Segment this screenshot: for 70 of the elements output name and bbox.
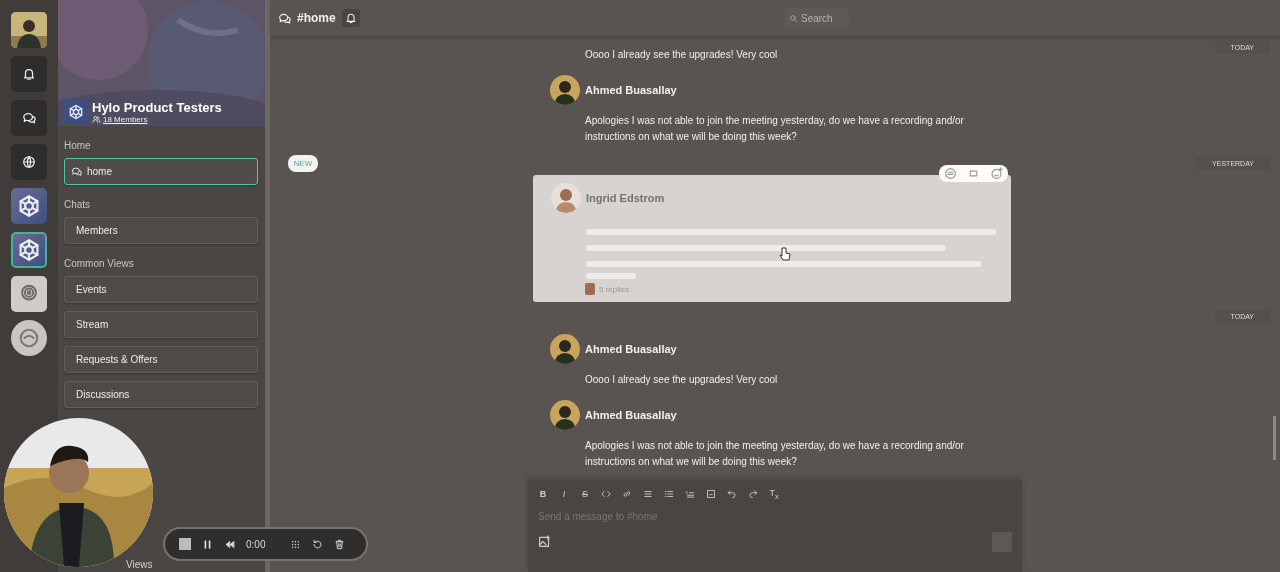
section-title: Views (126, 559, 154, 570)
dot-grid-icon (290, 538, 302, 550)
section-title: Chats (64, 199, 92, 210)
user-avatar[interactable] (550, 334, 580, 364)
members-link[interactable]: 18 Members (103, 115, 148, 124)
notifications-button[interactable] (11, 56, 47, 92)
bell-icon (344, 12, 357, 24)
indent-list-icon[interactable] (685, 489, 695, 500)
format-button[interactable]: I (559, 489, 569, 500)
hexagon-network-icon (17, 238, 41, 262)
globe-icon (22, 155, 36, 169)
people-icon (92, 115, 101, 124)
sidebar-item[interactable]: home (64, 158, 258, 185)
section-title: Home (64, 140, 92, 151)
format-button[interactable]: B (538, 489, 548, 500)
group-button[interactable] (11, 320, 47, 356)
sidebar-item[interactable]: Requests & Offers (64, 346, 258, 373)
sidebar-item[interactable]: Discussions (64, 381, 258, 408)
user-avatar[interactable] (550, 400, 580, 430)
code-icon[interactable] (601, 489, 611, 500)
rewind-icon (224, 538, 235, 550)
user-avatar (585, 283, 595, 295)
bell-icon (22, 67, 36, 81)
group-button[interactable] (11, 276, 47, 312)
message-text: Oooo I already see the upgrades! Very cool (584, 373, 779, 387)
hexagon-network-icon (17, 194, 41, 218)
user-avatar[interactable] (551, 183, 581, 213)
group-button[interactable] (11, 232, 47, 268)
numbered-list-icon[interactable] (664, 489, 674, 500)
author-name[interactable]: Ahmed Buasallay (585, 409, 677, 421)
message-text: Apologies I was not able to join the meeting yesterday, do we have a recording and/or instructions on what we will be doing this week? (584, 439, 965, 469)
bullet-list-icon[interactable] (643, 489, 653, 500)
link-icon[interactable] (622, 489, 632, 500)
seal-logo-icon (17, 326, 41, 350)
trash-icon (334, 538, 346, 550)
format-button[interactable]: S (580, 489, 590, 500)
search-icon (789, 13, 798, 23)
user-avatar[interactable] (550, 75, 580, 105)
notifications-button[interactable] (341, 9, 360, 27)
message-text: Apologies I was not able to join the meeting yesterday, do we have a recording and/or instructions on what we will be doing this week? (584, 114, 965, 144)
restart-icon (312, 538, 324, 550)
chat-bubbles-icon (71, 166, 82, 177)
author-name[interactable]: Ahmed Buasallay (585, 84, 677, 96)
new-badge: NEW (288, 154, 318, 172)
group-name: Hylo Product Testers (92, 100, 222, 115)
redo-icon[interactable] (748, 489, 758, 500)
user-avatar[interactable] (11, 12, 47, 48)
author-name[interactable]: Ingrid Edstrom (586, 192, 665, 204)
hand-cursor-icon (779, 247, 791, 261)
sidebar-item[interactable]: Members (64, 217, 258, 244)
group-button[interactable] (11, 188, 47, 224)
channel-title: #home (297, 11, 336, 25)
emoji-add-icon (990, 167, 1003, 180)
pause-icon (202, 538, 213, 550)
undo-icon[interactable] (727, 489, 737, 500)
search-field[interactable]: Search (785, 8, 849, 28)
section-title: Common Views (64, 258, 135, 269)
recording-time: 0:00 (246, 538, 266, 550)
comment-icon (944, 167, 957, 180)
messages-button[interactable] (11, 100, 47, 136)
square-icon[interactable] (706, 489, 716, 500)
image-add-icon (538, 535, 551, 549)
sidebar-item[interactable]: Stream (64, 311, 258, 338)
sidebar-item[interactable]: Events (64, 276, 258, 303)
chat-bubbles-icon (22, 111, 36, 125)
public-button[interactable] (11, 144, 47, 180)
clear-format-button[interactable]: T$_{x}$ (769, 488, 779, 501)
message-text: Oooo I already see the upgrades! Very cool (584, 48, 779, 62)
author-name[interactable]: Ahmed Buasallay (585, 343, 677, 355)
chat-bubbles-icon (278, 11, 291, 25)
